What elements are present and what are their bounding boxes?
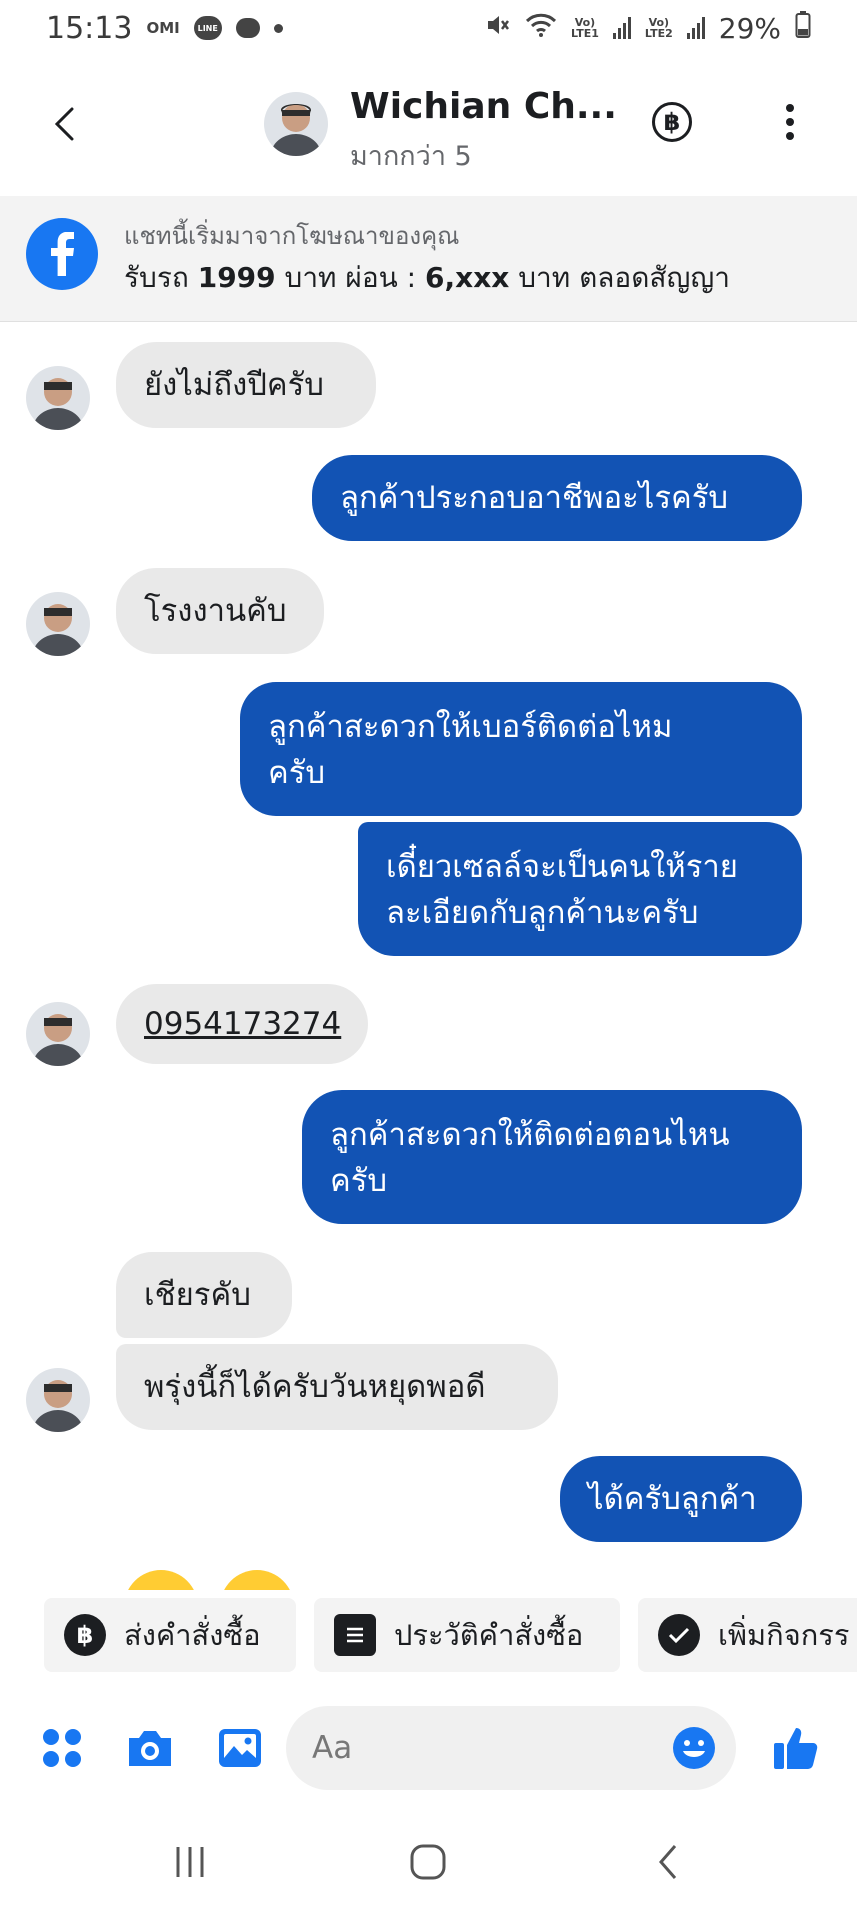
message-line: ลูกค้าสะดวกให้ติดต่อตอนไหน [330,1117,730,1153]
baht-icon: ฿ [663,108,681,136]
camera-icon[interactable] [124,1722,176,1774]
message-line: ครับ [268,755,326,791]
sim2-signal-icon [686,17,705,39]
contact-subtitle: มากกว่า 5 [350,141,472,172]
home-button[interactable] [398,1832,458,1892]
quick-action-label: ประวัติคำสั่งซื้อ [394,1618,584,1652]
more-options-button[interactable] [780,100,800,144]
facebook-icon [26,218,98,290]
chat-notification-icon [235,18,260,38]
payment-button[interactable]: ฿ [652,102,692,142]
chevron-left-icon [54,107,74,141]
message-bubble-incoming[interactable]: พรุ่งนี้ก็ได้ครับวันหยุดพอดี [116,1344,558,1430]
battery-percent: 29% [718,11,781,45]
wifi-icon [525,12,557,45]
mute-icon [485,12,511,45]
message-bubble-outgoing[interactable]: ลูกค้าสะดวกให้ติดต่อตอนไหนครับ [302,1090,802,1224]
sim1-signal-icon [612,17,631,39]
status-right: Vo) LTE1 Vo) LTE2 29% [485,10,811,46]
quick-action-label: ส่งคำสั่งซื้อ [124,1618,261,1652]
quick-actions-row: ฿ ส่งคำสั่งซื้อ ประวัติคำสั่งซื้อ เพิ่มก… [0,1598,857,1674]
recent-apps-button[interactable] [160,1832,220,1892]
add-activity-button[interactable]: เพิ่มกิจกรร [638,1598,857,1672]
send-order-button[interactable]: ฿ ส่งคำสั่งซื้อ [44,1598,296,1672]
message-line: ละเอียดกับลูกค้านะครับ [386,895,699,931]
message-line: ครับ [330,1163,388,1199]
message-bubble-outgoing[interactable]: ลูกค้าสะดวกให้เบอร์ติดต่อไหมครับ [240,682,802,816]
gallery-icon[interactable] [214,1722,266,1774]
sender-avatar[interactable] [26,366,90,430]
line-notification-icon: LINE [193,16,222,40]
list-icon [334,1614,376,1656]
battery-icon [795,10,811,46]
phone-number-link[interactable]: 0954173274 [144,1001,341,1047]
ad-caption: แชทนี้เริ่มมาจากโฆษณาของคุณ [124,222,460,250]
quick-action-label: เพิ่มกิจกรร [718,1618,850,1652]
order-history-button[interactable]: ประวัติคำสั่งซื้อ [314,1598,620,1672]
chat-header: Wichian Ch... มากกว่า 5 ฿ [0,72,857,182]
contact-avatar[interactable] [264,92,328,156]
back-button[interactable] [42,102,86,146]
sender-avatar[interactable] [26,1002,90,1066]
message-bubble-outgoing[interactable]: เดี๋ยวเซลล์จะเป็นคนให้รายละเอียดกับลูกค้… [358,822,802,956]
sim2-label: Vo) LTE2 [644,16,673,40]
omi-notification-icon: OMI [146,19,180,37]
emoji-icon[interactable] [668,1722,720,1774]
message-bubble-incoming[interactable]: ยังไม่ถึงปีครับ [116,342,376,428]
contact-name[interactable]: Wichian Ch... [350,86,617,127]
system-nav-bar [0,1810,857,1911]
status-bar: 15:13 OMI LINE Vo) LTE1 Vo) LTE2 29% [0,0,857,56]
sender-avatar[interactable] [26,1368,90,1432]
status-time: 15:13 [46,10,133,46]
ad-title: รับรถ 1999 บาท ผ่อน : 6,xxx บาท ตลอดสัญญ… [124,261,730,294]
ad-origin-banner[interactable]: แชทนี้เริ่มมาจากโฆษณาของคุณ รับรถ 1999 บ… [0,196,857,322]
sender-avatar[interactable] [26,592,90,656]
message-composer [0,1700,857,1796]
baht-icon: ฿ [64,1614,106,1656]
message-line: เดี๋ยวเซลล์จะเป็นคนให้ราย [386,849,738,885]
message-bubble-outgoing[interactable]: ได้ครับลูกค้า [560,1456,802,1542]
message-bubble-outgoing[interactable]: ลูกค้าประกอบอาชีพอะไรครับ [312,455,802,541]
check-icon [658,1614,700,1656]
menu-dots-icon[interactable] [36,1722,88,1774]
message-line: ลูกค้าสะดวกให้เบอร์ติดต่อไหม [268,709,673,745]
system-back-button[interactable] [638,1832,698,1892]
sim1-label: Vo) LTE1 [571,16,599,40]
message-bubble-incoming[interactable]: โรงงานคับ [116,568,324,654]
emoji-reaction-partial [124,1570,354,1590]
message-bubble-incoming[interactable]: 0954173274 [116,984,368,1064]
like-thumb-icon[interactable] [770,1722,822,1774]
message-bubble-incoming[interactable]: เชียรคับ [116,1252,292,1338]
status-left: 15:13 OMI LINE [46,11,283,46]
more-notifications-dot [273,23,283,33]
